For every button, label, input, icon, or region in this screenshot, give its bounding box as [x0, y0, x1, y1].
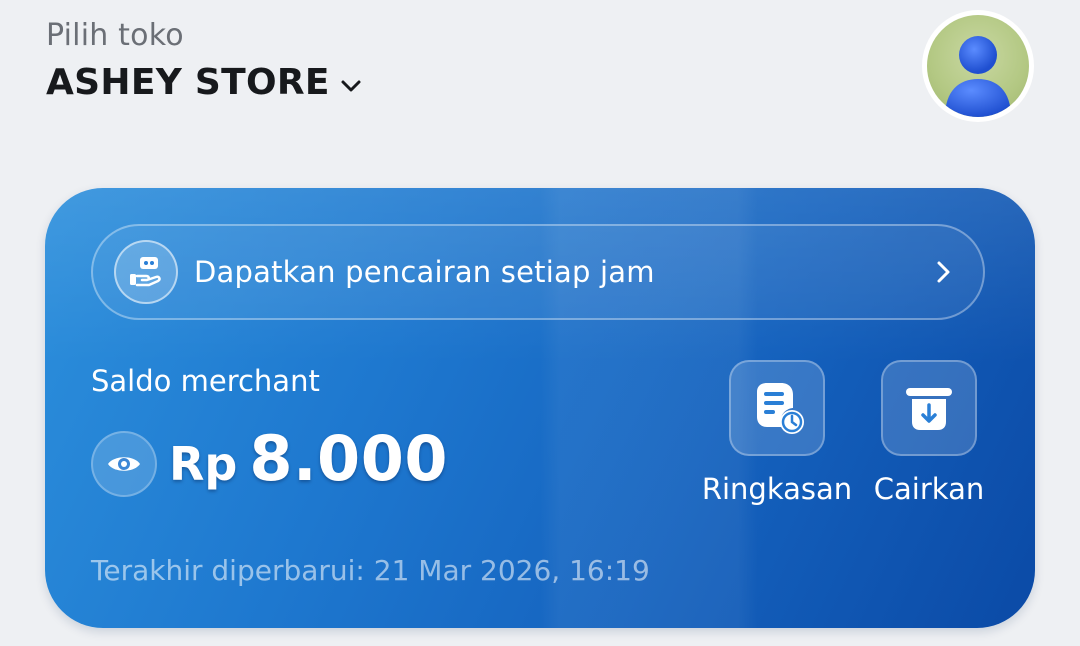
withdraw-icon	[906, 388, 952, 430]
withdraw-label: Cairkan	[873, 472, 985, 506]
summary-button[interactable]	[729, 360, 825, 456]
chevron-down-icon	[341, 80, 361, 91]
eye-icon	[108, 457, 140, 471]
hourly-payout-text: Dapatkan pencairan setiap jam	[194, 255, 655, 289]
summary-clock-icon	[757, 383, 804, 434]
store-selector[interactable]: ASHEY STORE	[46, 62, 366, 103]
merchant-balance-card: Dapatkan pencairan setiap jam Saldo merc…	[45, 188, 1035, 628]
profile-avatar[interactable]	[922, 10, 1034, 122]
withdraw-button[interactable]	[881, 360, 977, 456]
hourly-payout-icon	[114, 240, 178, 304]
summary-label: Ringkasan	[701, 472, 853, 506]
toggle-balance-visibility-button[interactable]	[91, 431, 157, 497]
balance-currency: Rp	[169, 437, 238, 491]
last-updated-text: Terakhir diperbarui: 21 Mar 2026, 16:19	[91, 554, 650, 587]
balance-label: Saldo merchant	[91, 364, 320, 398]
hourly-payout-banner[interactable]: Dapatkan pencairan setiap jam	[91, 224, 985, 320]
balance-amount: Rp 8.000	[169, 422, 448, 495]
store-picker-label: Pilih toko	[46, 18, 184, 53]
avatar-icon	[927, 15, 1029, 117]
chevron-right-icon	[937, 261, 950, 283]
balance-value: 8.000	[249, 422, 448, 495]
store-name: ASHEY STORE	[46, 62, 330, 103]
